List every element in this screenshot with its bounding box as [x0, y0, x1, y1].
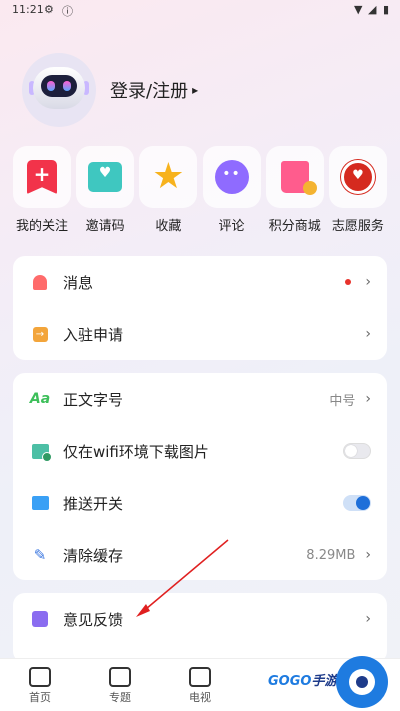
menu-item-wifi-images: 仅在wifi环境下载图片: [13, 425, 387, 477]
menu-item-label: 仅在wifi环境下载图片: [63, 442, 209, 461]
quick-links: 我的关注 邀请码 ★ 收藏 评论 积分商城 志愿服务: [13, 146, 387, 234]
feedback-icon: [32, 611, 48, 627]
image-download-icon: [31, 443, 52, 462]
chevron-right-icon: ›: [365, 611, 371, 627]
bell-icon: [33, 274, 47, 290]
font-size-icon: Aa: [29, 391, 51, 407]
tab-topics[interactable]: 专题: [90, 667, 150, 705]
quick-link-label: 积分商城: [268, 219, 321, 234]
tab-label: 电视: [189, 691, 211, 704]
watermark-text: GOGO: [268, 674, 312, 689]
robot-icon: [349, 669, 375, 695]
menu-item-label: 清除缓存: [63, 546, 124, 565]
bookmark-plus-icon: [27, 160, 57, 194]
status-bar: 11:21 ⚙ ⓘ ▼ ◢ ▮: [0, 0, 400, 20]
status-time: 11:21: [12, 3, 44, 16]
chevron-right-icon: ›: [365, 547, 371, 563]
enter-icon: →: [32, 326, 48, 342]
envelope-heart-icon: [88, 162, 123, 192]
menu-card-feedback: 意见反馈 ›: [13, 593, 387, 663]
volunteer-badge-icon: [340, 160, 375, 194]
menu-item-label: 入驻申请: [63, 325, 124, 344]
font-size-value: 中号: [329, 393, 356, 409]
menu-item-push: 推送开关: [13, 477, 387, 529]
tv-icon: [189, 667, 211, 687]
login-register-link[interactable]: 登录/注册 ▸: [110, 77, 198, 103]
tab-label: 专题: [109, 691, 131, 704]
quick-link-points-mall[interactable]: 积分商城: [265, 146, 324, 234]
caret-right-icon: ▸: [192, 83, 199, 97]
alert-icon: ⓘ: [62, 5, 73, 18]
login-label: 登录/注册: [110, 81, 189, 102]
tab-label: 首页: [29, 691, 51, 704]
quick-link-label: 评论: [218, 219, 245, 234]
quick-link-comments[interactable]: 评论: [202, 146, 261, 234]
avatar-eye: [47, 81, 55, 91]
cache-size-value: 8.29MB: [306, 547, 356, 563]
quick-link-invite-code[interactable]: 邀请码: [76, 146, 135, 234]
chevron-right-icon: ›: [365, 326, 371, 342]
menu-item-apply[interactable]: → 入驻申请 ›: [13, 308, 387, 360]
broom-icon: ✎: [33, 546, 47, 564]
quick-link-follow[interactable]: 我的关注: [13, 146, 71, 234]
menu-item-clear-cache[interactable]: ✎ 清除缓存 8.29MB ›: [13, 529, 387, 581]
wifi-images-toggle[interactable]: [343, 443, 371, 459]
tab-home[interactable]: 首页: [10, 667, 70, 705]
menu-card-messages: 消息 › → 入驻申请 ›: [13, 256, 387, 360]
menu-item-messages[interactable]: 消息 ›: [13, 256, 387, 308]
avatar-eye: [63, 81, 71, 91]
star-icon: ★: [152, 156, 185, 197]
quick-link-volunteer[interactable]: 志愿服务: [328, 146, 387, 234]
chevron-right-icon: ›: [365, 274, 371, 290]
wifi-icon: ▼: [354, 3, 363, 16]
quick-link-favorites[interactable]: ★ 收藏: [139, 146, 198, 234]
notification-dot: [345, 279, 352, 285]
quick-link-label: 志愿服务: [331, 219, 384, 234]
menu-item-label: 意见反馈: [63, 610, 124, 629]
menu-item-label: 正文字号: [63, 390, 124, 409]
menu-item-feedback[interactable]: 意见反馈 ›: [13, 593, 387, 645]
quick-link-label: 收藏: [155, 219, 182, 234]
shopping-bag-icon: [280, 161, 317, 195]
comment-icon: [214, 160, 249, 194]
assistant-fab-button[interactable]: [336, 656, 388, 708]
home-icon: [29, 667, 51, 687]
menu-item-label: 推送开关: [63, 494, 124, 513]
menu-card-settings: Aa 正文字号 中号 › 仅在wifi环境下载图片 推送开关 ✎ 清除缓存 8.…: [13, 373, 387, 580]
quick-link-label: 我的关注: [15, 219, 68, 234]
topic-icon: [109, 667, 131, 687]
avatar[interactable]: [22, 53, 96, 127]
push-toggle[interactable]: [343, 495, 371, 511]
menu-item-label: 消息: [63, 273, 94, 292]
profile-header: 登录/注册 ▸: [22, 52, 198, 128]
settings-icon: ⚙: [44, 3, 54, 16]
push-icon: [31, 496, 49, 510]
chevron-right-icon: ›: [365, 391, 371, 407]
menu-item-font-size[interactable]: Aa 正文字号 中号 ›: [13, 373, 387, 425]
tab-tv[interactable]: 电视: [170, 667, 230, 705]
signal-icon: ◢: [368, 3, 377, 16]
battery-icon: ▮: [383, 3, 390, 16]
quick-link-label: 邀请码: [85, 219, 125, 234]
